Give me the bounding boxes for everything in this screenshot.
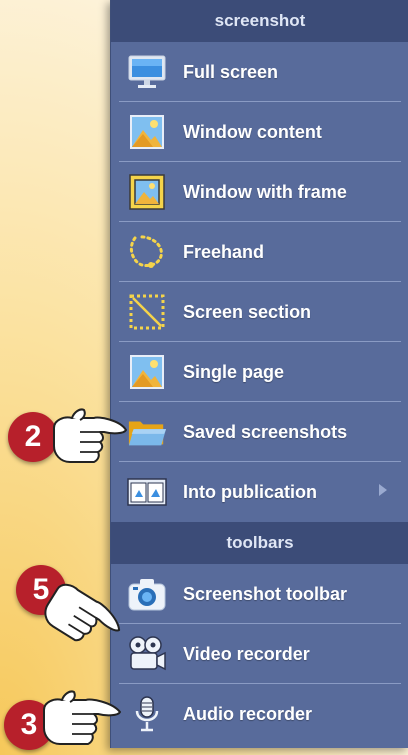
- pointing-hand-icon: [53, 408, 127, 463]
- menu-item-screenshot-toolbar[interactable]: Screenshot toolbar: [111, 564, 408, 624]
- folder-icon: [127, 412, 167, 452]
- menu-item-into-publication[interactable]: Into publication: [111, 462, 408, 522]
- section-header-toolbars: toolbars: [111, 522, 408, 564]
- menu-item-label: Video recorder: [183, 643, 310, 664]
- menu-item-label: Full screen: [183, 61, 279, 82]
- book-icon: [127, 472, 167, 512]
- context-menu: screenshot Full screen Window content Wi…: [110, 0, 408, 748]
- monitor-icon: [127, 52, 167, 92]
- menu-item-window-with-frame[interactable]: Window with frame: [111, 162, 408, 222]
- lasso-icon: [127, 232, 167, 272]
- menu-item-window-content[interactable]: Window content: [111, 102, 408, 162]
- menu-item-label: Audio recorder: [183, 703, 313, 724]
- image-icon: [127, 112, 167, 152]
- microphone-icon: [127, 694, 167, 734]
- menu-item-label: Window content: [183, 121, 322, 142]
- film-camera-icon: [127, 634, 167, 674]
- submenu-arrow-icon: [379, 484, 387, 496]
- menu-item-label: Window with frame: [183, 181, 347, 202]
- menu-item-saved-screenshots[interactable]: Saved screenshots: [111, 402, 408, 462]
- menu-item-label: Into publication: [183, 481, 317, 502]
- image-icon: [127, 352, 167, 392]
- menu-item-freehand[interactable]: Freehand: [111, 222, 408, 282]
- menu-item-full-screen[interactable]: Full screen: [111, 42, 408, 102]
- selection-icon: [127, 292, 167, 332]
- pointing-hand-icon: [43, 690, 121, 745]
- menu-item-single-page[interactable]: Single page: [111, 342, 408, 402]
- section-header-screenshot: screenshot: [111, 0, 408, 42]
- menu-item-label: Single page: [183, 361, 285, 382]
- camera-icon: [127, 574, 167, 614]
- menu-item-audio-recorder[interactable]: Audio recorder: [111, 684, 408, 744]
- menu-item-label: Screen section: [183, 301, 312, 322]
- menu-item-label: Screenshot toolbar: [183, 583, 348, 604]
- menu-item-video-recorder[interactable]: Video recorder: [111, 624, 408, 684]
- menu-item-screen-section[interactable]: Screen section: [111, 282, 408, 342]
- menu-item-label: Saved screenshots: [183, 421, 348, 442]
- pointing-hand-icon: [44, 583, 121, 642]
- framed-image-icon: [127, 172, 167, 212]
- menu-item-label: Freehand: [183, 241, 265, 262]
